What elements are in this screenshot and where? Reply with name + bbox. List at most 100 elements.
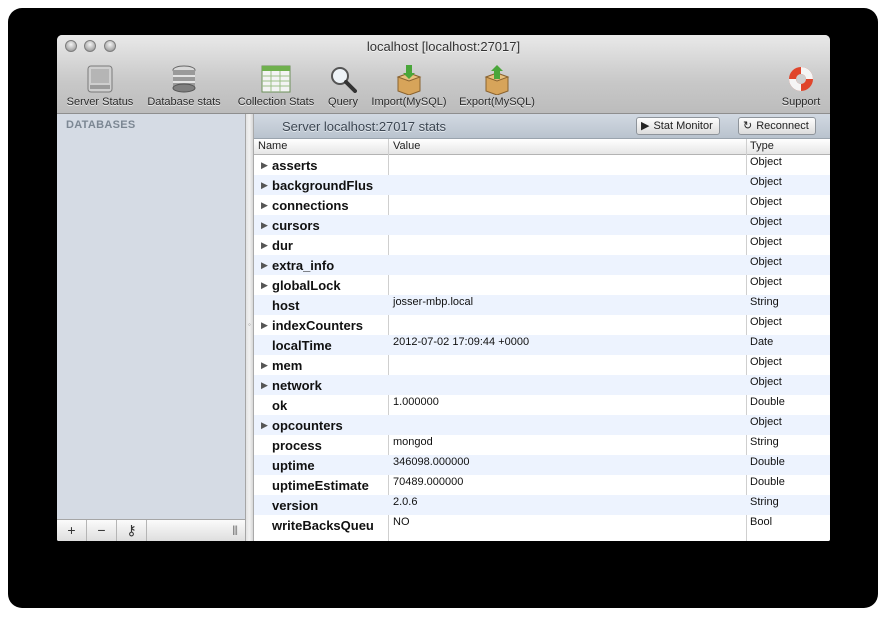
cell-type: Object — [750, 216, 782, 228]
cell-type: Double — [750, 396, 785, 408]
cell-name: version — [272, 498, 319, 513]
table-row[interactable]: ▶ extra_info Object — [254, 255, 830, 275]
cell-type: Object — [750, 196, 782, 208]
table-header: Name Value Type — [254, 139, 830, 155]
cell-type: Object — [750, 236, 782, 248]
magnifier-icon — [331, 67, 357, 93]
column-header-value[interactable]: Value — [393, 140, 420, 152]
sidebar: DATABASES + − ⚷ ||| — [57, 114, 246, 541]
cell-type: Date — [750, 336, 774, 348]
disclosure-triangle-icon[interactable]: ▶ — [261, 380, 268, 391]
add-database-button[interactable]: + — [57, 520, 87, 541]
disclosure-triangle-icon[interactable]: ▶ — [261, 280, 268, 291]
table-row[interactable]: ▶ connections Object — [254, 195, 830, 215]
table-row[interactable]: ▶ cursors Object — [254, 215, 830, 235]
cell-name: process — [272, 438, 322, 453]
remove-database-button[interactable]: − — [87, 520, 117, 541]
cell-type: Object — [750, 416, 782, 428]
window-chrome: localhost [localhost:27017] Server Statu… — [57, 35, 830, 114]
table-row[interactable]: uptimeEstimate 70489.000000 Double — [254, 475, 830, 495]
refresh-icon: ↻ — [743, 120, 753, 132]
table-row[interactable]: version 2.0.6 String — [254, 495, 830, 515]
table-row[interactable]: uptime 346098.000000 Double — [254, 455, 830, 475]
cell-value: 346098.000000 — [393, 456, 470, 468]
disclosure-triangle-icon[interactable]: ▶ — [261, 160, 268, 171]
toolbar-label: Support — [781, 96, 821, 108]
app-window: localhost [localhost:27017] Server Statu… — [57, 35, 830, 541]
cell-type: Object — [750, 376, 782, 388]
toolbar-import[interactable]: Import(MySQL) — [368, 65, 450, 111]
table-row[interactable]: ▶ network Object — [254, 375, 830, 395]
cell-name: globalLock — [272, 278, 341, 293]
table-row[interactable]: process mongod String — [254, 435, 830, 455]
cell-value: 70489.000000 — [393, 476, 464, 488]
cell-name: asserts — [272, 158, 318, 173]
cell-value: NO — [393, 516, 410, 528]
cell-name: cursors — [272, 218, 320, 233]
toolbar-label: Export(MySQL) — [459, 96, 535, 108]
disclosure-triangle-icon[interactable]: ▶ — [261, 220, 268, 231]
table-row[interactable]: ▶ backgroundFlus Object — [254, 175, 830, 195]
disclosure-triangle-icon[interactable]: ▶ — [261, 320, 268, 331]
cell-name: opcounters — [272, 418, 343, 433]
cell-name: writeBacksQueu — [272, 518, 374, 533]
column-header-name[interactable]: Name — [258, 140, 287, 152]
table-row[interactable]: ▶ asserts Object — [254, 155, 830, 175]
disclosure-triangle-icon[interactable]: ▶ — [261, 260, 268, 271]
cell-name: localTime — [272, 338, 332, 353]
toolbar-database-stats[interactable]: Database stats — [143, 65, 225, 111]
server-icon — [87, 65, 113, 93]
cell-name: ok — [272, 398, 288, 413]
cell-value: 2.0.6 — [393, 496, 418, 508]
table-row[interactable]: ok 1.000000 Double — [254, 395, 830, 415]
reconnect-label: Reconnect — [756, 120, 809, 132]
toolbar-collection-stats[interactable]: Collection Stats — [232, 65, 320, 111]
column-header-type[interactable]: Type — [750, 140, 774, 152]
table-row[interactable]: writeBacksQueu NO Bool — [254, 515, 830, 535]
stats-header: Server localhost:27017 stats ▶ Stat Monit… — [254, 114, 830, 139]
cell-type: Object — [750, 356, 782, 368]
table-row[interactable]: ▶ mem Object — [254, 355, 830, 375]
disclosure-triangle-icon[interactable]: ▶ — [261, 360, 268, 371]
page-title: Server localhost:27017 stats — [282, 119, 447, 134]
disclosure-triangle-icon[interactable]: ▶ — [261, 180, 268, 191]
import-box-icon — [396, 65, 422, 95]
cell-name: network — [272, 378, 322, 393]
cell-type: Bool — [750, 516, 773, 528]
toolbar-export[interactable]: Export(MySQL) — [456, 65, 538, 111]
reconnect-button[interactable]: ↻ Reconnect — [738, 117, 816, 135]
table-row[interactable]: ▶ opcounters Object — [254, 415, 830, 435]
cell-name: host — [272, 298, 300, 313]
cell-name: mem — [272, 358, 303, 373]
cell-type: Double — [750, 476, 785, 488]
toolbar-label: Import(MySQL) — [371, 96, 447, 108]
table-row[interactable]: ▶ globalLock Object — [254, 275, 830, 295]
window-title: localhost [localhost:27017] — [366, 39, 521, 54]
cell-type: String — [750, 436, 779, 448]
toolbar-query[interactable]: Query — [323, 65, 363, 111]
toolbar-label: Collection Stats — [237, 96, 315, 108]
databases-heading: DATABASES — [66, 119, 136, 131]
disclosure-triangle-icon[interactable]: ▶ — [261, 240, 268, 251]
cell-name: dur — [272, 238, 293, 253]
database-icon — [172, 65, 196, 93]
table-row[interactable]: ▶ dur Object — [254, 235, 830, 255]
cell-name: uptimeEstimate — [272, 478, 369, 493]
table-row[interactable]: host josser-mbp.local String — [254, 295, 830, 315]
stat-monitor-button[interactable]: ▶ Stat Monitor — [636, 117, 720, 135]
split-view-divider[interactable]: ◦ — [246, 114, 254, 541]
cell-type: Object — [750, 256, 782, 268]
spreadsheet-icon — [261, 65, 291, 93]
cell-value: 2012-07-02 17:09:44 +0000 — [393, 336, 530, 348]
table-row[interactable]: localTime 2012-07-02 17:09:44 +0000 Date — [254, 335, 830, 355]
key-icon[interactable]: ⚷ — [117, 520, 147, 541]
disclosure-triangle-icon[interactable]: ▶ — [261, 420, 268, 431]
toolbar-server-status[interactable]: Server Status — [63, 65, 137, 111]
cell-type: Object — [750, 156, 782, 168]
cell-name: indexCounters — [272, 318, 364, 333]
disclosure-triangle-icon[interactable]: ▶ — [261, 200, 268, 211]
table-row[interactable]: ▶ indexCounters Object — [254, 315, 830, 335]
toolbar-support[interactable]: Support — [776, 65, 826, 111]
resize-grip-icon[interactable]: ||| — [232, 525, 238, 536]
cell-name: uptime — [272, 458, 315, 473]
